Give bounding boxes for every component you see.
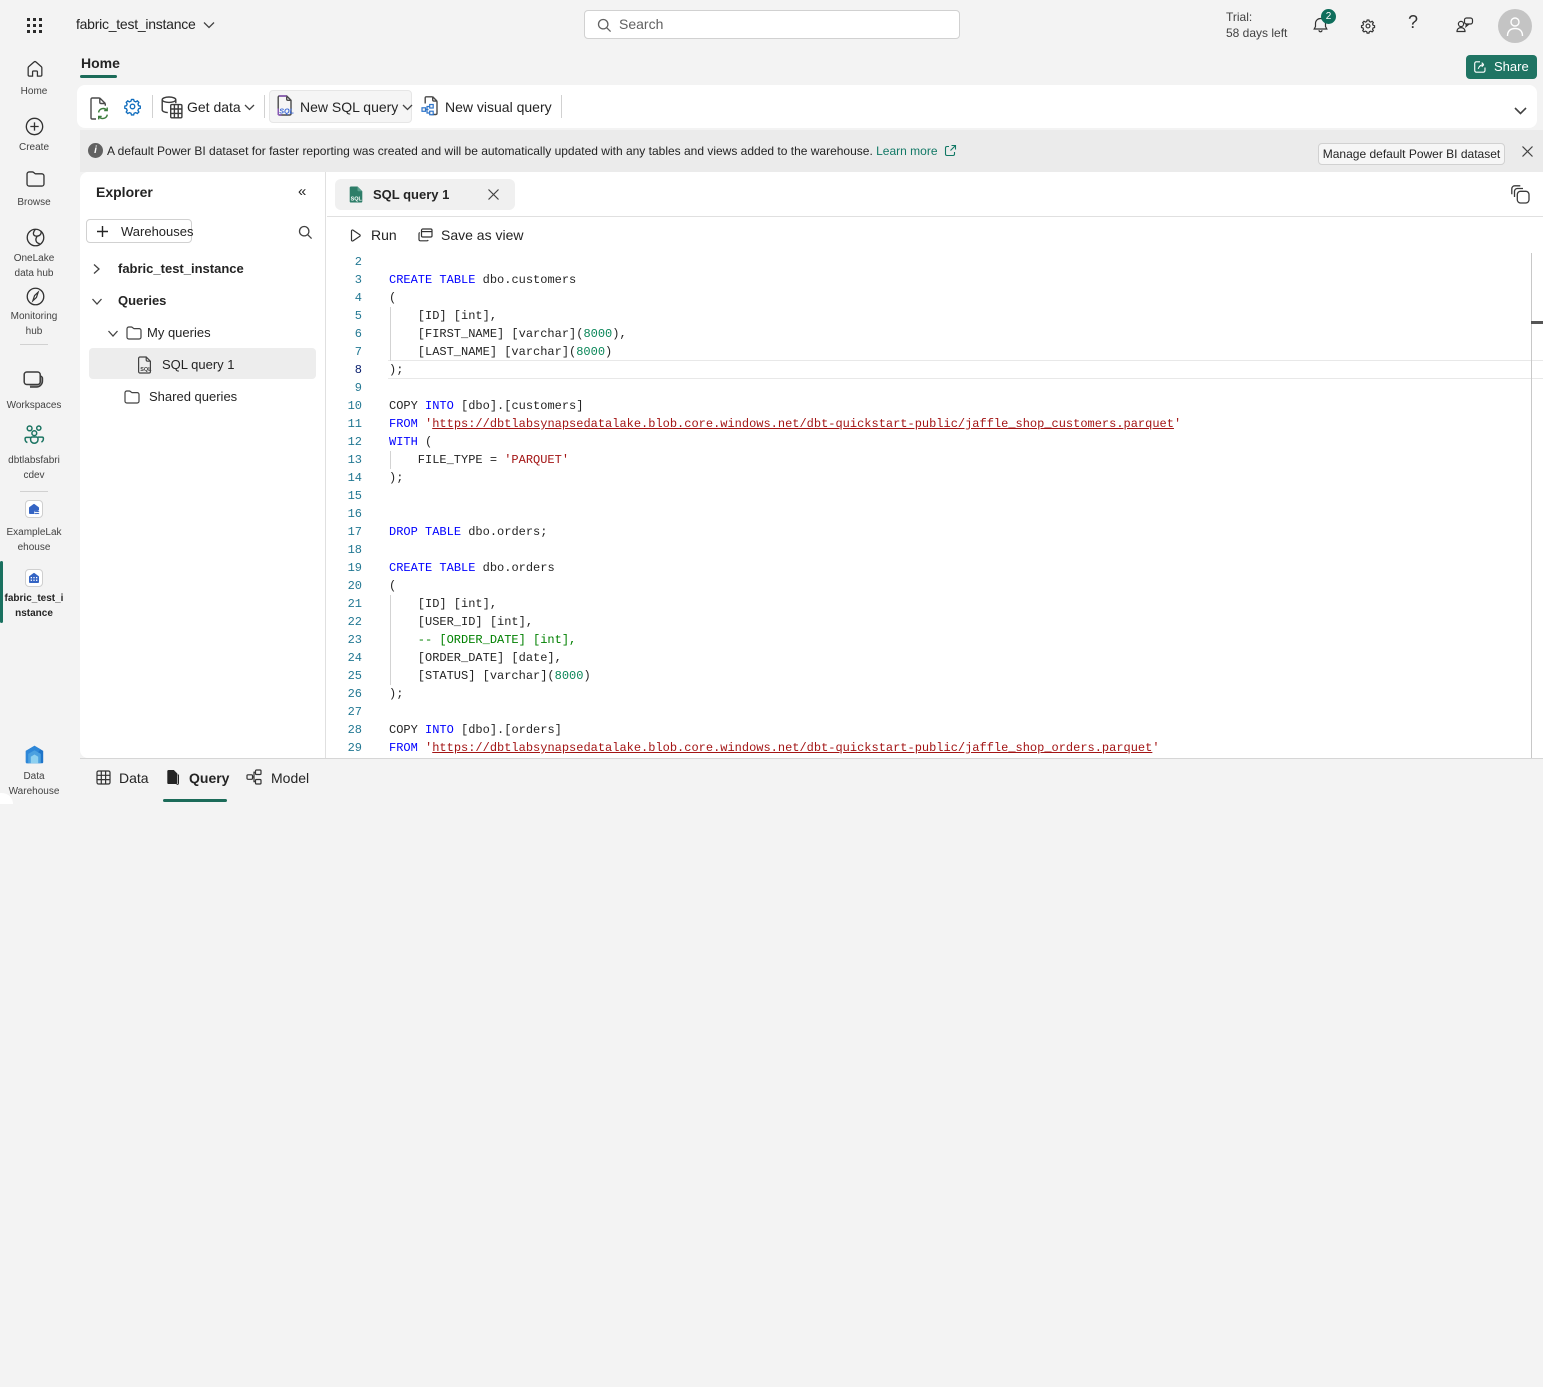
svg-text:SQL: SQL <box>140 367 152 373</box>
svg-text:SQL: SQL <box>351 197 363 203</box>
svg-text:SQL: SQL <box>279 107 294 116</box>
